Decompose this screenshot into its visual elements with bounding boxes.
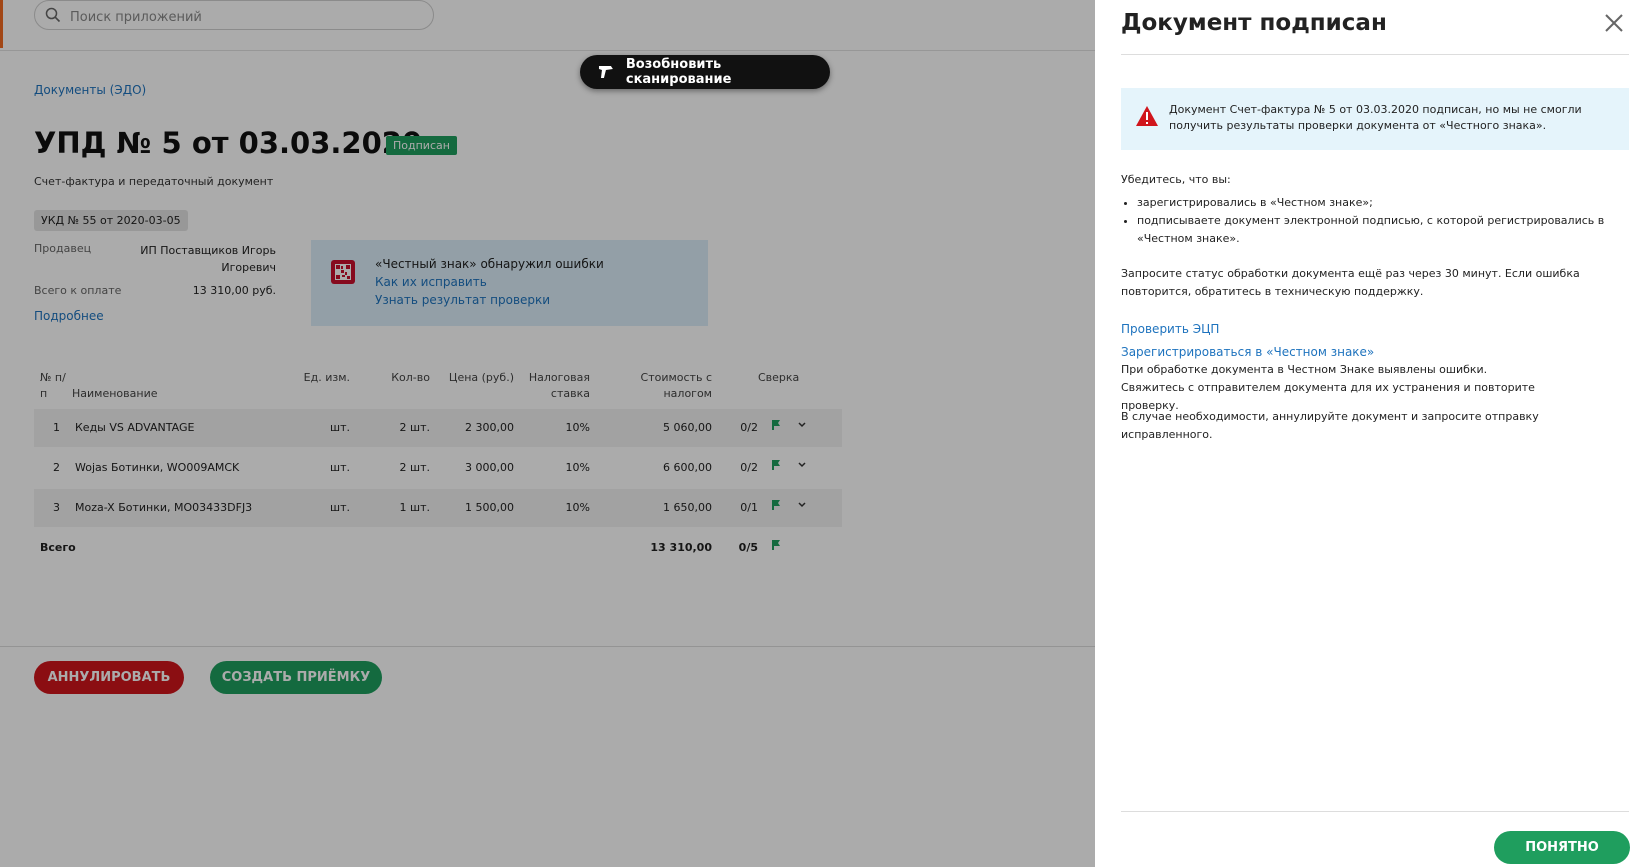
row-num: 3 <box>53 501 60 514</box>
row-price: 2 300,00 <box>465 421 514 434</box>
retry-text: Запросите статус обработки документа ещё… <box>1121 267 1580 298</box>
row-cost: 6 600,00 <box>663 461 712 474</box>
brand-accent-strip <box>0 0 3 48</box>
col-header-num: № п/п <box>40 371 66 400</box>
row-qty: 2 шт. <box>399 421 430 434</box>
honest-sign-alert: «Честный знак» обнаружил ошибки Как их и… <box>311 240 708 326</box>
chevron-down-icon[interactable] <box>796 419 808 431</box>
fix-errors-link[interactable]: Как их исправить <box>375 275 487 289</box>
check-list: зарегистрировались в «Честном знаке»; по… <box>1121 194 1637 248</box>
table-row[interactable]: 1 Кеды VS ADVANTAGE шт. 2 шт. 2 300,00 1… <box>34 409 842 447</box>
col-header-tax: Налоговая ставка <box>528 371 590 400</box>
search-input[interactable] <box>68 5 422 29</box>
col-header-name: Наименование <box>72 387 158 400</box>
resume-scan-label: Возобновить сканирование <box>625 57 732 87</box>
errors-text: При обработке документа в Честном Знаке … <box>1121 363 1535 412</box>
list-item: зарегистрировались в «Честном знаке»; <box>1137 194 1637 212</box>
resume-scan-button[interactable]: Возобновить сканирование <box>580 55 830 89</box>
table-row[interactable]: 2 Wojas Ботинки, WO009AMCK шт. 2 шт. 3 0… <box>34 449 842 487</box>
row-cost: 1 650,00 <box>663 501 712 514</box>
scanner-icon <box>598 66 613 78</box>
main-app: Документы (ЭДО) УПД № 5 от 03.03.2020 По… <box>0 0 1095 867</box>
total-row-label: Всего <box>40 541 76 554</box>
col-header-unit: Ед. изм. <box>303 371 350 384</box>
row-unit: шт. <box>330 461 350 474</box>
more-link[interactable]: Подробнее <box>34 309 104 323</box>
scan-flag-icon[interactable] <box>770 419 782 431</box>
honest-sign-logo-icon <box>331 260 355 284</box>
search-box[interactable] <box>34 0 434 30</box>
side-panel: Документ подписан Документ Счет-фактура … <box>1095 0 1652 867</box>
col-header-check: Сверка <box>758 371 800 384</box>
warning-icon <box>1136 106 1158 126</box>
chevron-down-icon[interactable] <box>796 499 808 511</box>
panel-footer-divider <box>1121 811 1629 812</box>
row-num: 1 <box>53 421 60 434</box>
row-name: Кеды VS ADVANTAGE <box>75 421 195 434</box>
row-check: 0/2 <box>740 421 758 434</box>
warning-text: Документ Счет-фактура № 5 от 03.03.2020 … <box>1169 103 1582 132</box>
row-qty: 2 шт. <box>399 461 430 474</box>
row-unit: шт. <box>330 421 350 434</box>
ukd-tag[interactable]: УКД № 55 от 2020-03-05 <box>34 210 188 231</box>
row-price: 1 500,00 <box>465 501 514 514</box>
breadcrumb[interactable]: Документы (ЭДО) <box>34 83 146 97</box>
page-title: УПД № 5 от 03.03.2020 <box>34 126 423 160</box>
top-bar <box>0 0 1095 51</box>
row-price: 3 000,00 <box>465 461 514 474</box>
document-subtitle: Счет-фактура и передаточный документ <box>34 175 274 188</box>
row-num: 2 <box>53 461 60 474</box>
scan-flag-icon[interactable] <box>770 539 782 551</box>
seller-label: Продавец <box>34 242 92 255</box>
table-row[interactable]: 3 Moza-X Ботинки, MO03433DFJ3 шт. 1 шт. … <box>34 489 842 527</box>
search-icon <box>45 7 61 23</box>
check-result-link[interactable]: Узнать результат проверки <box>375 293 550 307</box>
list-item: подписываете документ электронной подпис… <box>1137 212 1637 248</box>
annul-button[interactable]: АННУЛИРОВАТЬ <box>34 661 184 694</box>
seller-value: ИП Поставщиков Игорь Игоревич <box>140 244 276 274</box>
col-header-cost: Стоимость с налогом <box>640 371 712 400</box>
panel-divider <box>1121 54 1629 55</box>
row-name: Wojas Ботинки, WO009AMCK <box>75 461 240 474</box>
check-intro: Убедитесь, что вы: <box>1121 173 1231 186</box>
row-cost: 5 060,00 <box>663 421 712 434</box>
scan-flag-icon[interactable] <box>770 499 782 511</box>
chevron-down-icon[interactable] <box>796 459 808 471</box>
status-badge: Подписан <box>386 136 457 155</box>
row-qty: 1 шт. <box>399 501 430 514</box>
row-check: 0/1 <box>740 501 758 514</box>
ok-button[interactable]: ПОНЯТНО <box>1494 831 1630 864</box>
row-tax: 10% <box>565 501 590 514</box>
scan-flag-icon[interactable] <box>770 459 782 471</box>
total-row-check: 0/5 <box>738 541 758 554</box>
footer-divider <box>0 646 1095 647</box>
row-tax: 10% <box>565 461 590 474</box>
check-signature-link[interactable]: Проверить ЭЦП <box>1121 322 1219 336</box>
create-acceptance-button[interactable]: СОЗДАТЬ ПРИЁМКУ <box>210 661 382 694</box>
annul-text: В случае необходимости, аннулируйте доку… <box>1121 410 1539 441</box>
row-tax: 10% <box>565 421 590 434</box>
total-row-cost: 13 310,00 <box>650 541 712 554</box>
total-value: 13 310,00 руб. <box>192 284 276 297</box>
col-header-qty: Кол-во <box>391 371 430 384</box>
panel-title: Документ подписан <box>1121 10 1387 36</box>
row-name: Moza-X Ботинки, MO03433DFJ3 <box>75 501 253 514</box>
total-label: Всего к оплате <box>34 284 122 297</box>
warning-box: Документ Счет-фактура № 5 от 03.03.2020 … <box>1121 88 1629 150</box>
col-header-price: Цена (руб.) <box>448 371 514 384</box>
alert-title: «Честный знак» обнаружил ошибки <box>375 257 604 271</box>
row-unit: шт. <box>330 501 350 514</box>
register-link[interactable]: Зарегистрироваться в «Честном знаке» <box>1121 345 1374 359</box>
row-check: 0/2 <box>740 461 758 474</box>
close-icon[interactable] <box>1603 12 1625 34</box>
table-total-row: Всего 13 310,00 0/5 <box>34 529 842 567</box>
